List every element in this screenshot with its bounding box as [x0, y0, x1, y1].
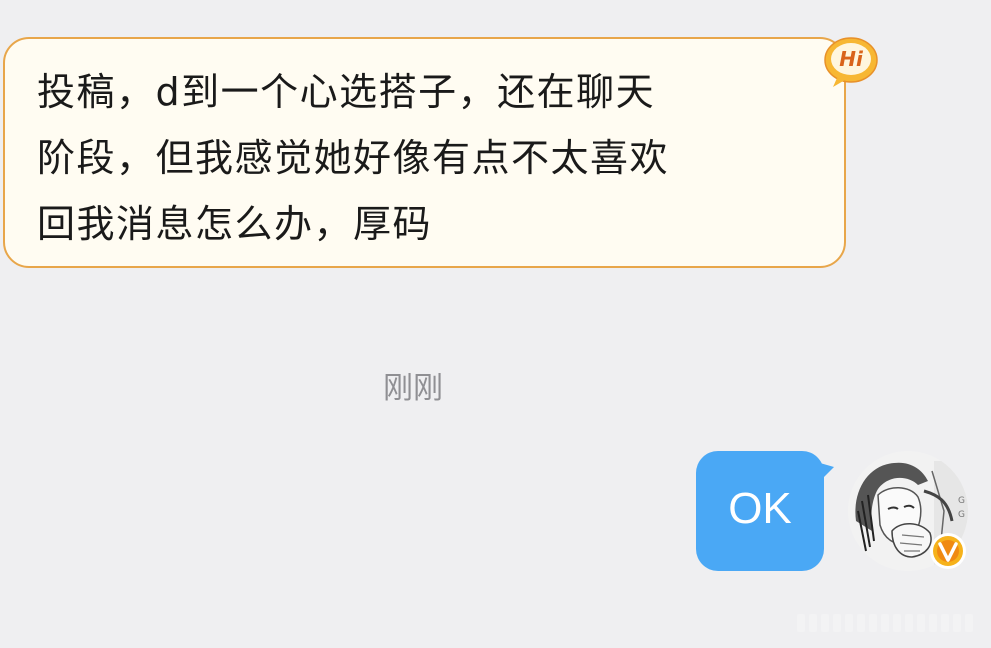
avatar[interactable]: G G [848, 451, 968, 571]
outgoing-message-text: OK [728, 484, 792, 533]
hi-badge-label: Hi [839, 47, 863, 71]
verified-v-badge-icon [930, 533, 966, 569]
svg-text:G: G [958, 510, 965, 520]
outgoing-message-bubble[interactable]: OK [696, 451, 834, 571]
message-timestamp: 刚刚 [383, 371, 443, 406]
svg-text:G: G [958, 496, 965, 506]
hi-speech-badge-icon: Hi [823, 36, 879, 88]
incoming-message-bubble[interactable]: 投稿，d到一个心选搭子，还在聊天 阶段，但我感觉她好像有点不太喜欢 回我消息怎么… [3, 37, 846, 268]
incoming-message-text: 投稿，d到一个心选搭子，还在聊天 阶段，但我感觉她好像有点不太喜欢 回我消息怎么… [37, 70, 670, 246]
page-indicator [797, 614, 973, 632]
